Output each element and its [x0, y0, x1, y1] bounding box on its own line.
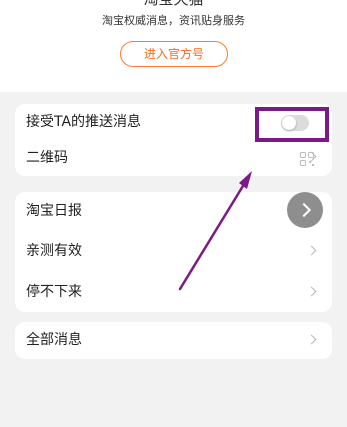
- annotation-arrow: [178, 171, 252, 291]
